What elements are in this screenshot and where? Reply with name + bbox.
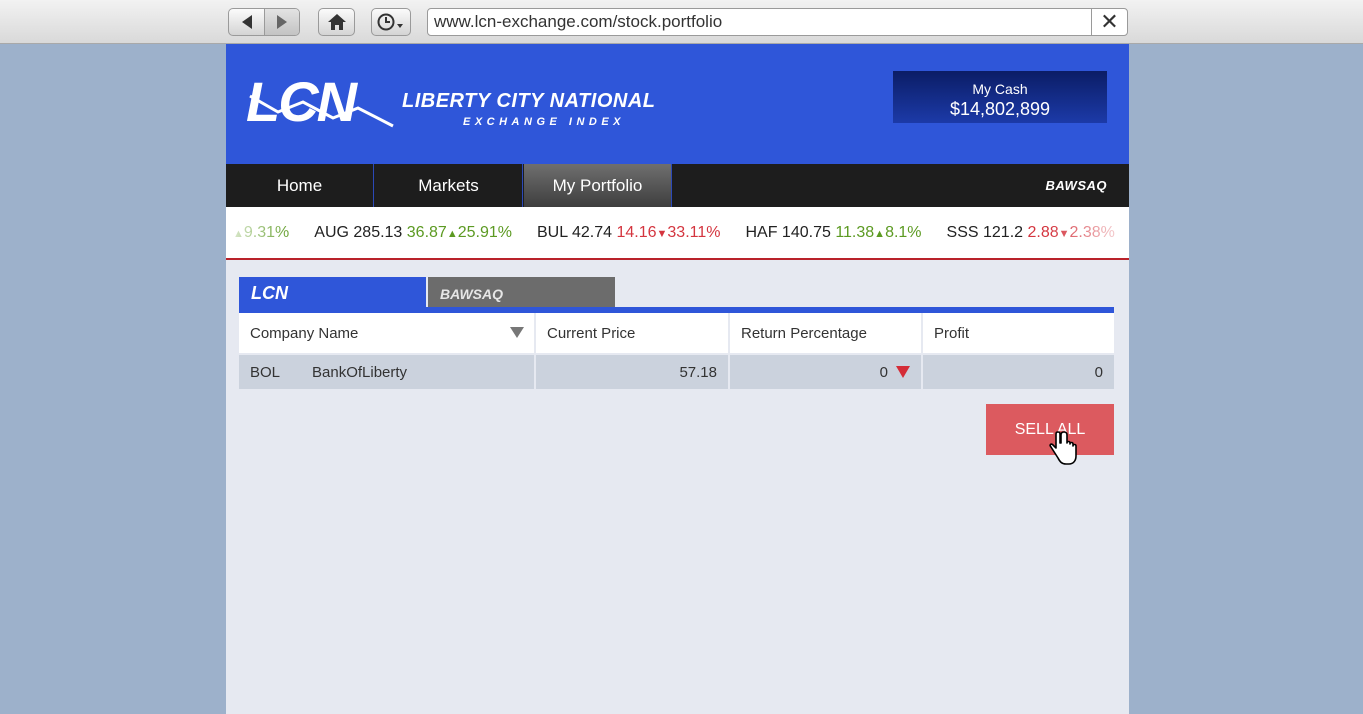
up-arrow-icon: ▲ xyxy=(874,228,886,240)
price-cell: 57.18 xyxy=(536,355,730,389)
home-button[interactable] xyxy=(318,8,355,36)
bawsaq-link[interactable]: BAWSAQ xyxy=(1046,178,1108,193)
ticker-price: 121.2 xyxy=(983,224,1028,241)
table-row[interactable]: BOL BankOfLiberty 57.18 0 0 xyxy=(239,355,1114,389)
ticker-item[interactable]: BUL 42.74 14.16▼33.11% xyxy=(537,224,720,242)
ticker-percent: 25.91% xyxy=(457,224,512,241)
back-icon xyxy=(241,15,252,29)
nav-my-portfolio[interactable]: My Portfolio xyxy=(524,164,672,207)
ticker-price: 285.13 xyxy=(353,224,407,241)
tab-bawsaq[interactable]: BAWSAQ xyxy=(428,277,615,310)
ticker-item[interactable]: HAF 140.75 11.38▲8.1% xyxy=(745,224,921,242)
history-icon xyxy=(377,13,403,31)
ticker-fade-right xyxy=(1049,207,1129,258)
browser-toolbar: www.lcn-exchange.com/stock.portfolio ✕ xyxy=(0,0,1363,44)
nav-button-group xyxy=(228,8,300,36)
ticker-fade-left xyxy=(226,207,296,258)
down-arrow-icon: ▼ xyxy=(656,228,668,240)
brand-title: LIBERTY CITY NATIONAL xyxy=(402,90,656,112)
portfolio-table: Company Name Current Price Return Percen… xyxy=(239,313,1114,389)
main-nav: Home Markets My Portfolio BAWSAQ xyxy=(226,164,1129,207)
sort-down-icon[interactable] xyxy=(510,327,524,338)
ticker-symbol: SSS xyxy=(946,224,983,241)
history-button[interactable] xyxy=(371,8,411,36)
up-arrow-icon: ▲ xyxy=(446,228,458,240)
column-label: Company Name xyxy=(250,324,359,342)
ticker-percent: 33.11% xyxy=(667,224,721,241)
column-header-return[interactable]: Return Percentage xyxy=(730,313,923,353)
ticker-percent: 8.1% xyxy=(885,224,922,241)
company-cell: BOL BankOfLiberty xyxy=(239,355,536,389)
ticker-symbol: HAF xyxy=(745,224,782,241)
cash-panel: My Cash $14,802,899 xyxy=(893,71,1107,123)
return-value: 0 xyxy=(879,363,888,381)
ticker-change: 14.16 xyxy=(616,224,657,241)
nav-markets[interactable]: Markets xyxy=(375,164,523,207)
hand-cursor-icon xyxy=(1049,431,1077,465)
address-bar[interactable]: www.lcn-exchange.com/stock.portfolio ✕ xyxy=(427,8,1128,36)
forward-button[interactable] xyxy=(264,9,299,35)
forward-icon xyxy=(277,15,287,29)
ticker-change: 11.38 xyxy=(835,224,875,241)
brand-subtitle: EXCHANGE INDEX xyxy=(463,116,626,128)
ticker-symbol: AUG xyxy=(314,224,354,241)
ticker-symbol: BUL xyxy=(536,224,572,241)
home-icon xyxy=(327,14,346,30)
stock-ticker: ▲9.31%AUG 285.13 36.87▲25.91%BUL 42.74 1… xyxy=(226,207,1129,260)
table-header: Company Name Current Price Return Percen… xyxy=(239,313,1114,353)
ticker-item[interactable]: AUG 285.13 36.87▲25.91% xyxy=(314,224,512,242)
lcn-exchange-page: LCN LIBERTY CITY NATIONAL EXCHANGE INDEX… xyxy=(226,44,1129,714)
ticker-track: ▲9.31%AUG 285.13 36.87▲25.91%BUL 42.74 1… xyxy=(233,224,1129,242)
nav-home[interactable]: Home xyxy=(226,164,374,207)
column-header-company[interactable]: Company Name xyxy=(239,313,536,353)
ticker-change: 36.87 xyxy=(406,224,447,241)
url-text[interactable]: www.lcn-exchange.com/stock.portfolio xyxy=(428,12,1091,32)
site-header: LCN LIBERTY CITY NATIONAL EXCHANGE INDEX… xyxy=(226,44,1129,164)
cash-label: My Cash xyxy=(972,81,1028,97)
column-header-price[interactable]: Current Price xyxy=(536,313,730,353)
site-logo[interactable]: LCN xyxy=(246,74,357,130)
stock-symbol: BOL xyxy=(250,363,281,381)
down-arrow-icon xyxy=(896,366,910,378)
ticker-price: 42.74 xyxy=(571,224,617,241)
ticker-price: 140.75 xyxy=(781,224,836,241)
close-icon[interactable]: ✕ xyxy=(1091,9,1127,35)
column-header-profit[interactable]: Profit xyxy=(923,313,1114,353)
tab-lcn[interactable]: LCN xyxy=(239,277,426,310)
return-cell: 0 xyxy=(730,355,923,389)
cash-value: $14,802,899 xyxy=(949,99,1051,119)
company-name: BankOfLiberty xyxy=(312,363,408,381)
profit-cell: 0 xyxy=(923,355,1114,389)
back-button[interactable] xyxy=(229,9,264,35)
